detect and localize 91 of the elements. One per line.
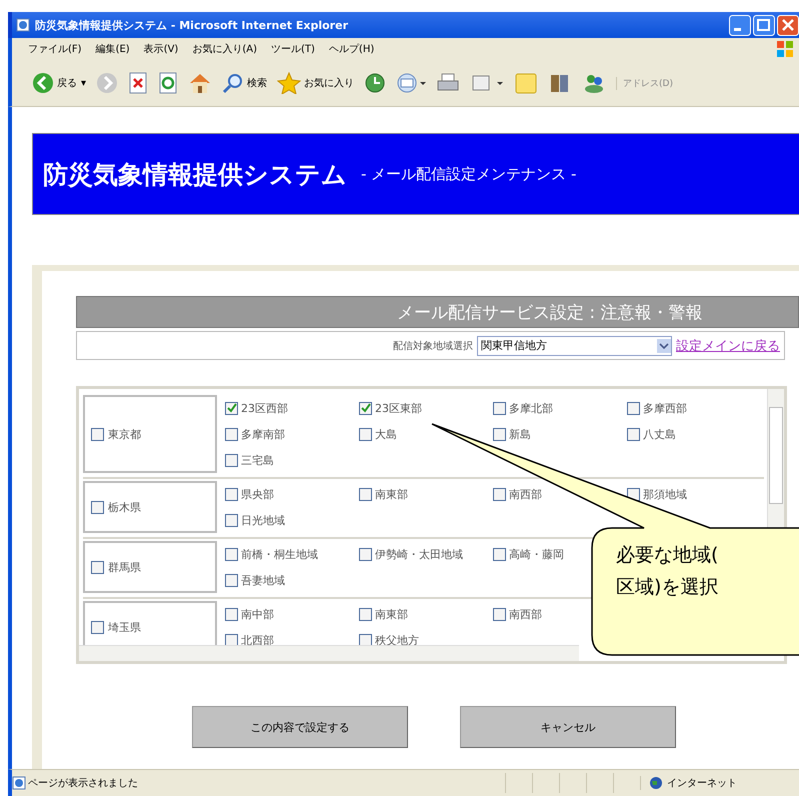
home-icon[interactable] [188,72,212,94]
checkbox[interactable] [225,608,238,620]
system-title: 防災気象情報提供システム [43,158,347,190]
checkbox[interactable] [91,620,104,634]
checkbox[interactable] [359,608,372,620]
area-label: 23区西部 [241,400,288,416]
area-label: 南西部 [509,486,542,502]
mail-icon[interactable] [396,72,426,94]
area-label: 前橋・桐生地域 [241,546,318,562]
checkbox[interactable] [493,488,506,500]
windows-logo-icon [775,40,795,58]
area-label: 南中部 [241,606,274,622]
checkbox[interactable] [91,428,104,440]
checkbox[interactable] [627,428,640,440]
minimize-icon[interactable] [729,14,751,36]
prefecture-label: 東京都 [108,426,141,442]
callout-text: 必要な地域( 区域)を選択 [616,543,718,600]
checkbox[interactable] [493,428,506,440]
region-dropdown[interactable]: 関東甲信地方 [477,336,672,356]
checkbox[interactable] [359,548,372,560]
area-label: 高崎・藤岡 [509,546,564,562]
area-label: 北西部 [241,632,274,648]
checkbox[interactable] [225,488,238,500]
checkbox[interactable] [225,454,238,466]
refresh-icon[interactable] [158,72,178,94]
panel-title: メール配信サービス設定 : 注意報・警報 [76,296,799,328]
favorites-button[interactable]: お気に入り [277,72,354,94]
checkbox[interactable] [493,548,506,560]
zone-indicator: インターネット [640,776,799,790]
form-button[interactable]: この内容で設定する [192,706,408,748]
menu-item[interactable]: ツール(T) [271,42,315,56]
back-button[interactable]: 戻る [32,72,77,94]
area-label: 南東部 [375,486,408,502]
area-label: 那須地域 [643,486,687,502]
star-icon [277,72,302,94]
checkbox[interactable] [91,560,104,574]
checkbox[interactable] [359,634,372,646]
horizontal-scrollbar[interactable] [79,645,579,661]
status-text: ページが表示されました [27,776,138,790]
vertical-scrollbar[interactable] [767,389,784,529]
checkbox[interactable] [225,634,238,646]
checkbox[interactable] [225,574,238,586]
form-button[interactable]: キャンセル [460,706,676,748]
menu-item[interactable]: ヘルプ(H) [328,42,374,56]
menu-item[interactable]: 編集(E) [96,42,130,56]
area-label: 吾妻地域 [241,572,285,588]
menu-item[interactable]: 表示(V) [144,42,178,56]
area-label: 多摩南部 [241,426,285,442]
area-label: 大島 [375,426,397,442]
close-icon[interactable] [777,14,799,36]
search-icon [222,72,244,94]
checkbox[interactable] [225,402,238,414]
search-button[interactable]: 検索 [222,72,268,94]
area-label: 23区東部 [375,400,422,416]
stop-icon[interactable] [128,72,148,94]
page-icon [12,776,26,790]
checkbox[interactable] [225,428,238,440]
area-label: 南東部 [375,606,408,622]
checkbox[interactable] [359,428,372,440]
area-label: 新島 [509,426,531,442]
system-subtitle: - メール配信設定メンテナンス - [361,164,576,184]
page-icon [16,18,30,32]
area-label: 八丈島 [643,426,676,442]
globe-icon [649,776,663,790]
checkbox[interactable] [493,402,506,414]
checkbox[interactable] [359,488,372,500]
menu-item[interactable]: お気に入り(A) [192,42,257,56]
prefecture-label: 群馬県 [108,560,141,574]
back-menu-arrow[interactable]: ▾ [81,78,86,88]
checkbox[interactable] [627,402,640,414]
window-title: 防災気象情報提供システム - Microsoft Internet Explorer [35,18,349,32]
address-label: アドレス(D) [616,76,673,90]
prefecture-label: 栃木県 [108,500,141,514]
back-to-main-link[interactable]: 設定メインに戻る [676,336,780,354]
checkbox[interactable] [359,402,372,414]
area-label: 南西部 [509,606,542,622]
area-label: 多摩北部 [509,400,553,416]
menu-item[interactable]: ファイル(F) [28,42,82,56]
checkbox[interactable] [225,548,238,560]
checkbox[interactable] [493,608,506,620]
area-label: 県央部 [241,486,274,502]
prefecture-label: 埼玉県 [108,620,141,634]
region-label: 配信対象地域選択 [393,340,473,352]
history-icon[interactable] [364,72,386,94]
checkbox[interactable] [225,514,238,526]
area-label: 伊勢崎・太田地域 [375,546,463,562]
area-label: 三宅島 [241,452,274,468]
area-label: 多摩西部 [643,400,687,416]
area-label: 日光地域 [241,512,285,528]
checkbox[interactable] [91,500,104,514]
maximize-icon[interactable] [753,14,775,36]
